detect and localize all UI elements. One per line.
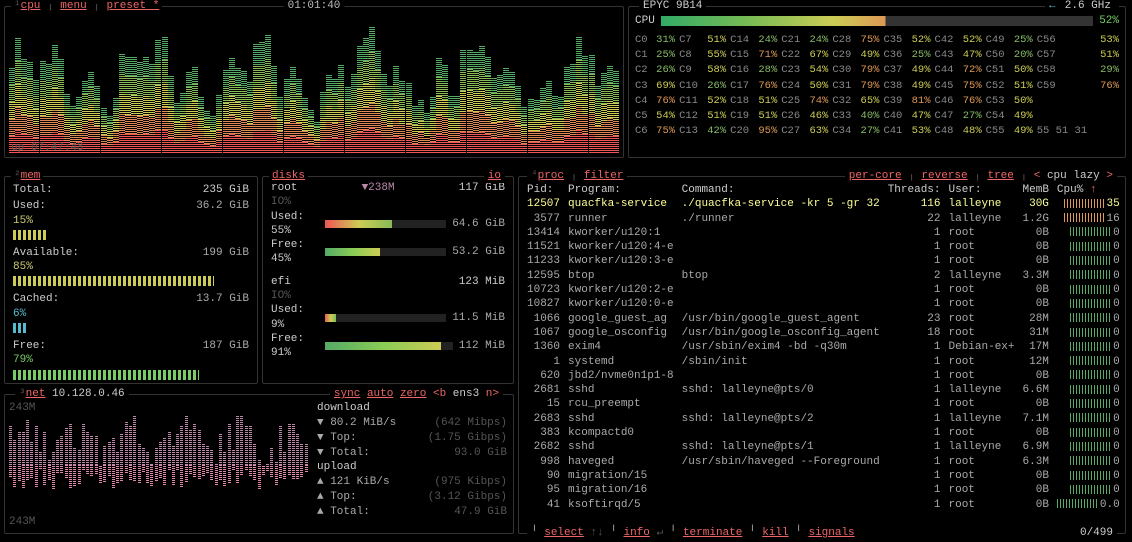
cpu-graph-panel: ¹cpu ╷ menu ╷ preset * 01:01:40 up 07:47… xyxy=(4,6,624,158)
mem-panel: ²mem Total:235 GiB Used:36.2 GiB 15% Ava… xyxy=(4,176,258,384)
net-options[interactable]: sync auto zero <b ens3 n> xyxy=(330,387,503,401)
cpu-model: EPYC 9B14 xyxy=(639,0,706,13)
net-graph xyxy=(9,405,309,529)
cpu-total-bar: CPU 52% xyxy=(635,13,1119,29)
uptime: up 07:47:48 xyxy=(11,141,84,155)
cpu-freq: 2.6 GHz xyxy=(1061,0,1115,13)
proc-table[interactable]: Pid:Program:Command:Threads:User:MemBCpu… xyxy=(523,183,1121,515)
net-title: ³net 10.128.0.46 xyxy=(15,387,129,401)
proc-title[interactable]: ⁴proc ╷ filter xyxy=(527,169,627,183)
proc-footer[interactable]: ╵ select ↑↓ ╵ info ↵ ╵ terminate ╵ kill … xyxy=(527,526,1117,540)
io-toggle[interactable]: io xyxy=(484,169,505,183)
disks-panel: disks io root▼238M117 GiBIO%Used: 55%64.… xyxy=(262,176,514,384)
cpu-info-panel: ← 2000ms → EPYC 9B14 2.6 GHz CPU 52% C03… xyxy=(628,6,1126,158)
proc-options[interactable]: per-core ╷ reverse ╷ tree ╷ < cpu lazy > xyxy=(845,169,1117,183)
cpu-graph xyxy=(9,11,619,153)
net-stats: download ▼ 80.2 MiB/s(642 Mibps)▼ Top:(1… xyxy=(317,401,507,520)
cpu-core-grid: C031%C751%C1424%C2124%C2875%C3552%C4252%… xyxy=(633,33,1121,153)
proc-panel: ⁴proc ╷ filter per-core ╷ reverse ╷ tree… xyxy=(518,176,1126,534)
net-panel: ³net 10.128.0.46 sync auto zero <b ens3 … xyxy=(4,394,514,534)
disk-list: root▼238M117 GiBIO%Used: 55%64.6 GiBFree… xyxy=(271,181,505,361)
